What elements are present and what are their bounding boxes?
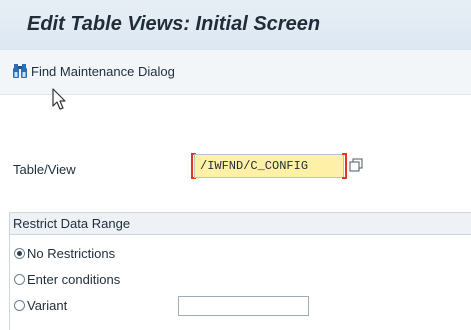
required-marker-right: [342, 153, 347, 179]
variant-input[interactable]: [178, 296, 309, 316]
radio-variant[interactable]: Variant: [14, 298, 67, 313]
radio-label: Enter conditions: [27, 272, 121, 287]
table-view-input[interactable]: [194, 154, 344, 178]
restrict-data-range-header: Restrict Data Range: [10, 213, 471, 235]
title-bar: Edit Table Views: Initial Screen: [0, 0, 471, 50]
radio-label: No Restrictions: [27, 246, 116, 261]
find-maintenance-dialog-button[interactable]: Find Maintenance Dialog: [12, 61, 175, 81]
mouse-pointer-icon: [52, 88, 70, 112]
binoculars-icon: [12, 63, 29, 79]
radio-label: Variant: [27, 298, 68, 313]
group-title: Restrict Data Range: [13, 216, 131, 231]
page-title: Edit Table Views: Initial Screen: [27, 13, 321, 35]
radio-selected-icon: [14, 248, 25, 259]
table-view-label: Table/View: [13, 162, 76, 177]
radio-enter-conditions[interactable]: Enter conditions: [14, 272, 120, 287]
application-toolbar: Find Maintenance Dialog: [0, 50, 471, 95]
radio-no-restrictions[interactable]: No Restrictions: [14, 246, 115, 261]
value-help-icon[interactable]: [349, 158, 363, 172]
radio-unselected-icon: [14, 274, 25, 285]
find-maintenance-dialog-label: Find Maintenance Dialog: [31, 63, 175, 79]
radio-unselected-icon: [14, 300, 25, 311]
